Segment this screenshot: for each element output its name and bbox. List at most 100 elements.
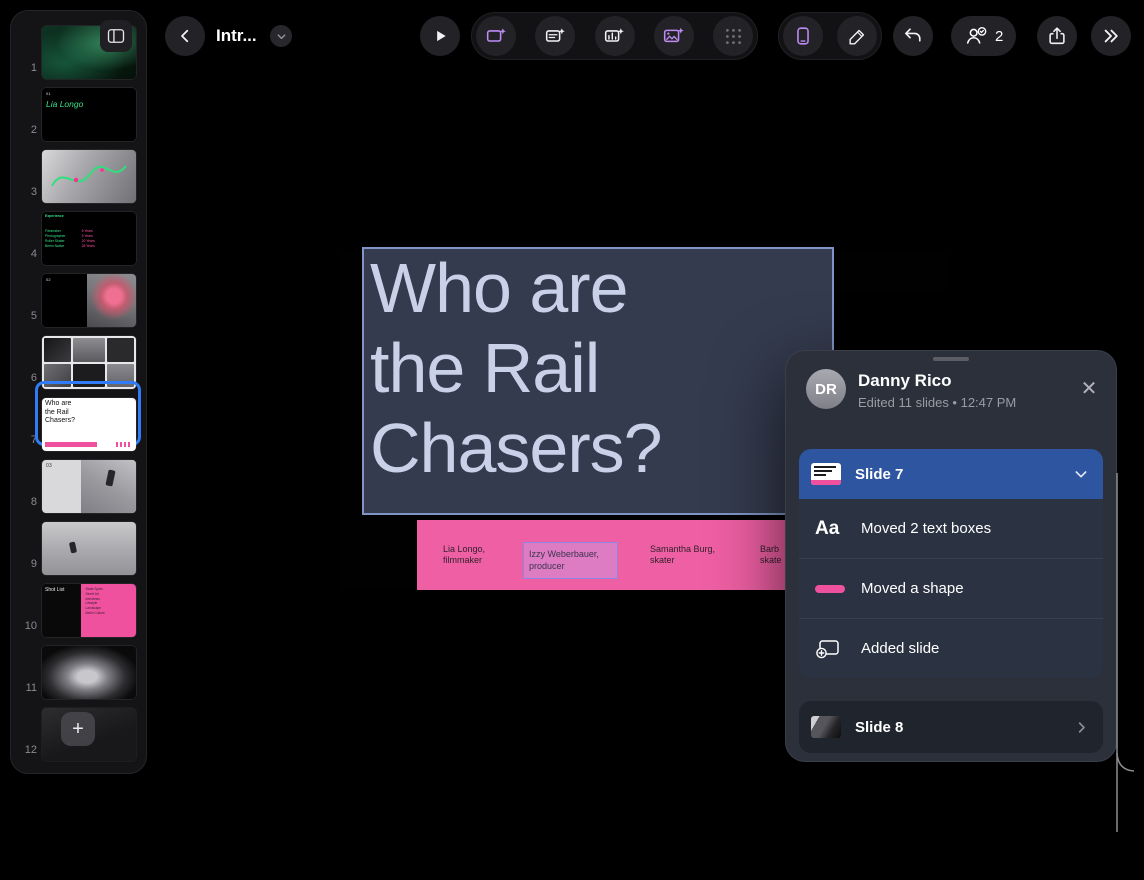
- draw-button[interactable]: [837, 16, 877, 56]
- collaborator-count: 2: [995, 28, 1003, 45]
- scribble-graphic: [42, 150, 136, 203]
- slide-number: 1: [15, 62, 37, 74]
- slide-thumbnail-4[interactable]: Experience Filmmaker Photographer Roller…: [42, 212, 136, 265]
- undo-icon: [902, 25, 924, 47]
- text-boxes-icon: Aa: [815, 518, 861, 540]
- activity-item-added-slide[interactable]: Added slide: [799, 618, 1103, 678]
- thumbnail-table: Filmmaker Photographer Roller Skater Ber…: [45, 229, 95, 249]
- table-labels: Filmmaker Photographer Roller Skater Ber…: [45, 229, 66, 249]
- slide-8-mini-thumbnail: [811, 716, 841, 738]
- activity-item-text-boxes[interactable]: Aa Moved 2 text boxes: [799, 499, 1103, 558]
- thumbnail-pink-bar: [45, 442, 97, 447]
- slide-thumbnail-9[interactable]: [42, 522, 136, 575]
- slide-number: 12: [15, 744, 37, 756]
- thumbnail-figure: [69, 542, 77, 554]
- thumbnail-title: Who are the Rail Chasers?: [45, 400, 75, 426]
- collage-cell: [73, 338, 105, 362]
- chevron-down-icon: [276, 31, 287, 42]
- thumbnail-title: Shot List: [45, 587, 64, 593]
- collaborate-button[interactable]: 2: [951, 16, 1016, 56]
- chevron-right-icon: [1074, 720, 1089, 735]
- thumbnail-pink-marks: [116, 442, 130, 447]
- credit-text[interactable]: Barb skate: [760, 520, 782, 590]
- credit-text[interactable]: Samantha Burg, skater: [650, 520, 715, 590]
- thumbnail-list: Skate Spots Street Art Interviews Lifest…: [85, 587, 104, 616]
- back-button[interactable]: [165, 16, 205, 56]
- collaborator-name: Danny Rico: [858, 371, 952, 391]
- slide-8-label: Slide 8: [855, 719, 903, 736]
- slide-8-row[interactable]: Slide 8: [799, 701, 1103, 753]
- slide-7-row[interactable]: Slide 7: [799, 449, 1103, 499]
- add-slide-button[interactable]: +: [61, 712, 95, 746]
- credit-name: Izzy Weberbauer,: [529, 549, 617, 561]
- activity-item-label: Added slide: [861, 640, 939, 657]
- undo-button[interactable]: [893, 16, 933, 56]
- slide-thumbnail-7-selected[interactable]: Who are the Rail Chasers?: [42, 398, 136, 451]
- thumbnail-right-panel: Skate Spots Street Art Interviews Lifest…: [81, 584, 136, 637]
- slide-thumbnail-3[interactable]: [42, 150, 136, 203]
- title-menu-button[interactable]: [270, 25, 292, 47]
- add-media-button[interactable]: [654, 16, 694, 56]
- close-icon: ✕: [1081, 376, 1098, 401]
- activity-popup: DR Danny Rico Edited 11 slides • 12:47 P…: [785, 350, 1117, 762]
- thumbnail-kicker: 02: [46, 277, 51, 282]
- credit-role: skater: [650, 555, 715, 567]
- share-button[interactable]: [1037, 16, 1077, 56]
- drag-handle[interactable]: [933, 357, 969, 361]
- thumbnail-title: Lia Longo: [46, 99, 83, 109]
- thumbnail-kicker: 01: [46, 91, 51, 96]
- collage-cell: [107, 338, 134, 362]
- activity-item-label: Moved 2 text boxes: [861, 520, 991, 537]
- add-text-button[interactable]: [535, 16, 575, 56]
- slide-number: 4: [15, 248, 37, 260]
- slide-sparkle-icon: [485, 25, 508, 48]
- credit-text[interactable]: Lia Longo, filmmaker: [443, 520, 485, 590]
- play-button[interactable]: [420, 16, 460, 56]
- slide-number: 11: [15, 682, 37, 694]
- add-chart-button[interactable]: [595, 16, 635, 56]
- slide-number: 5: [15, 310, 37, 322]
- collage-cell: [44, 338, 71, 362]
- slide-number: 6: [15, 372, 37, 384]
- avatar: DR: [806, 369, 846, 409]
- shapes-button[interactable]: [783, 16, 823, 56]
- thumbnail-heading: Experience: [45, 214, 64, 218]
- chevron-left-icon: [176, 27, 194, 45]
- activity-group: Slide 7 Aa Moved 2 text boxes Moved a sh…: [799, 449, 1103, 678]
- slide-thumbnail-11[interactable]: [42, 646, 136, 699]
- close-button[interactable]: ✕: [1074, 373, 1104, 403]
- sidebar-toggle-button[interactable]: [100, 20, 132, 52]
- slide-number: 7: [15, 434, 37, 446]
- play-icon: [431, 27, 449, 45]
- activity-item-shape[interactable]: Moved a shape: [799, 558, 1103, 618]
- slide-number: 3: [15, 186, 37, 198]
- photo-sparkle-icon: [662, 25, 685, 48]
- grid-dots-icon: [723, 26, 744, 47]
- pencil-icon: [847, 26, 868, 47]
- title-text-box[interactable]: Who are the Rail Chasers?: [362, 247, 834, 515]
- slide-thumbnail-10[interactable]: Shot List Skate Spots Street Art Intervi…: [42, 584, 136, 637]
- activity-item-label: Moved a shape: [861, 580, 964, 597]
- thumbnail-photo: [81, 460, 136, 513]
- collaboration-icon: [964, 25, 988, 47]
- credit-role: filmmaker: [443, 555, 485, 567]
- credit-text-selected[interactable]: Izzy Weberbauer, producer: [523, 542, 618, 579]
- shapes-icon: [792, 25, 814, 47]
- credit-role: skate: [760, 555, 782, 567]
- slide-number: 8: [15, 496, 37, 508]
- textbox-sparkle-icon: [544, 25, 567, 48]
- slide-thumbnail-2[interactable]: 01 Lia Longo: [42, 88, 136, 141]
- document-title[interactable]: Intr...: [216, 26, 257, 46]
- credit-role: producer: [529, 561, 617, 573]
- add-slide-ai-button[interactable]: [476, 16, 516, 56]
- slide-thumbnail-8[interactable]: 03: [42, 460, 136, 513]
- slide-navigator: 1 2 3 4 5 6 7 8 9 10 11 12 01 Lia Longo …: [10, 10, 147, 774]
- slide-number: 10: [15, 620, 37, 632]
- grid-options-button[interactable]: [713, 16, 753, 56]
- slide-7-mini-thumbnail: [811, 463, 841, 485]
- more-button[interactable]: [1091, 16, 1131, 56]
- slide-thumbnail-5[interactable]: 02: [42, 274, 136, 327]
- thumbnail-kicker: 03: [46, 463, 52, 469]
- format-toolbar: [778, 12, 882, 60]
- share-icon: [1046, 25, 1068, 47]
